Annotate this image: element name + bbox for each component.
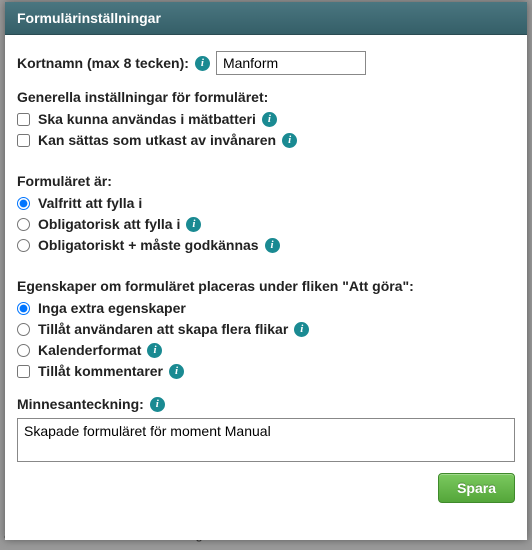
shortname-input[interactable]: [216, 51, 366, 75]
todo-option-calendar: Kalenderformat i: [17, 342, 515, 358]
form-is-label-optional: Valfritt att fylla i: [38, 195, 142, 211]
shortname-row: Kortnamn (max 8 tecken): i: [17, 51, 515, 75]
shortname-label: Kortnamn (max 8 tecken):: [17, 55, 189, 71]
info-icon[interactable]: i: [150, 397, 165, 412]
modal-body: Kortnamn (max 8 tecken): i Generella ins…: [5, 35, 527, 540]
info-icon[interactable]: i: [265, 238, 280, 253]
save-button[interactable]: Spara: [438, 473, 515, 503]
allow-comments-option: Tillåt kommentarer i: [17, 363, 515, 379]
todo-option-multitabs: Tillåt användaren att skapa flera flikar…: [17, 321, 515, 337]
info-icon[interactable]: i: [147, 343, 162, 358]
draft-by-resident-label: Kan sättas som utkast av invånaren: [38, 132, 276, 148]
general-settings-title: Generella inställningar för formuläret:: [17, 89, 515, 105]
todo-label-calendar: Kalenderformat: [38, 342, 141, 358]
use-in-battery-option: Ska kunna användas i mätbatteri i: [17, 111, 515, 127]
todo-radio-none[interactable]: [17, 302, 30, 315]
info-icon[interactable]: i: [262, 112, 277, 127]
allow-comments-checkbox[interactable]: [17, 365, 30, 378]
form-is-option-optional: Valfritt att fylla i: [17, 195, 515, 211]
info-icon[interactable]: i: [294, 322, 309, 337]
form-is-option-approve: Obligatoriskt + måste godkännas i: [17, 237, 515, 253]
info-icon[interactable]: i: [169, 364, 184, 379]
form-is-label-approve: Obligatoriskt + måste godkännas: [38, 237, 259, 253]
form-is-radio-approve[interactable]: [17, 239, 30, 252]
use-in-battery-label: Ska kunna användas i mätbatteri: [38, 111, 256, 127]
info-icon[interactable]: i: [186, 217, 201, 232]
use-in-battery-checkbox[interactable]: [17, 113, 30, 126]
memo-row: Minnesanteckning: i: [17, 396, 515, 412]
memo-textarea[interactable]: [17, 418, 515, 462]
todo-radio-calendar[interactable]: [17, 344, 30, 357]
form-is-radio-mandatory[interactable]: [17, 218, 30, 231]
form-is-title: Formuläret är:: [17, 173, 515, 189]
form-is-radio-optional[interactable]: [17, 197, 30, 210]
form-is-label-mandatory: Obligatorisk att fylla i: [38, 216, 180, 232]
info-icon[interactable]: i: [195, 56, 210, 71]
memo-label: Minnesanteckning:: [17, 396, 144, 412]
draft-by-resident-checkbox[interactable]: [17, 134, 30, 147]
todo-label-none: Inga extra egenskaper: [38, 300, 186, 316]
todo-label-multitabs: Tillåt användaren att skapa flera flikar: [38, 321, 288, 337]
todo-option-none: Inga extra egenskaper: [17, 300, 515, 316]
modal-footer: Spara: [17, 473, 515, 503]
settings-modal: Formulärinställningar Kortnamn (max 8 te…: [5, 2, 527, 540]
todo-props-title: Egenskaper om formuläret placeras under …: [17, 278, 515, 294]
allow-comments-label: Tillåt kommentarer: [38, 363, 163, 379]
modal-title: Formulärinställningar: [5, 2, 527, 35]
todo-radio-multitabs[interactable]: [17, 323, 30, 336]
draft-by-resident-option: Kan sättas som utkast av invånaren i: [17, 132, 515, 148]
info-icon[interactable]: i: [282, 133, 297, 148]
form-is-option-mandatory: Obligatorisk att fylla i i: [17, 216, 515, 232]
